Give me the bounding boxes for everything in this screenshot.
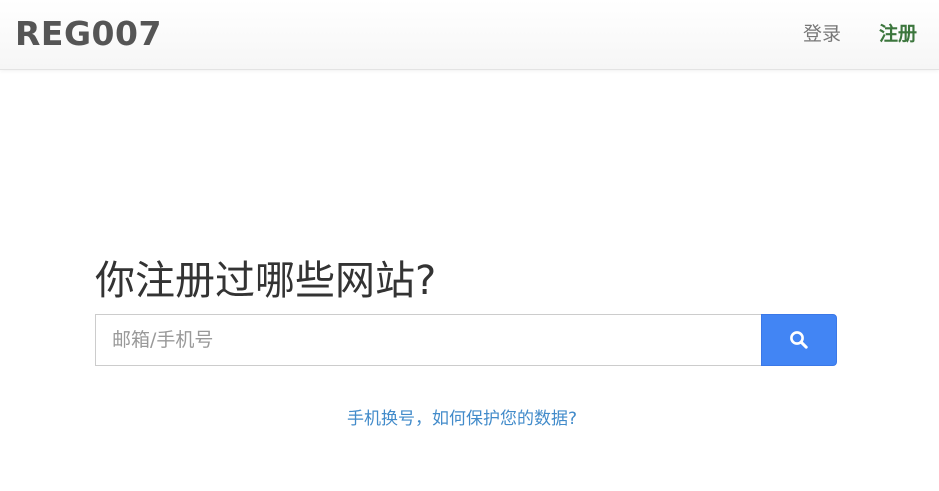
page-heading: 你注册过哪些网站? bbox=[95, 258, 437, 304]
register-link[interactable]: 注册 bbox=[879, 22, 917, 46]
brand-logo[interactable]: REG007 bbox=[15, 14, 162, 54]
data-protection-help-link[interactable]: 手机换号，如何保护您的数据? bbox=[0, 408, 924, 430]
search-input[interactable] bbox=[95, 314, 762, 366]
search-button[interactable] bbox=[761, 314, 837, 366]
login-link[interactable]: 登录 bbox=[803, 22, 841, 46]
top-navbar: REG007 登录 注册 bbox=[0, 0, 939, 70]
search-icon bbox=[790, 331, 808, 349]
